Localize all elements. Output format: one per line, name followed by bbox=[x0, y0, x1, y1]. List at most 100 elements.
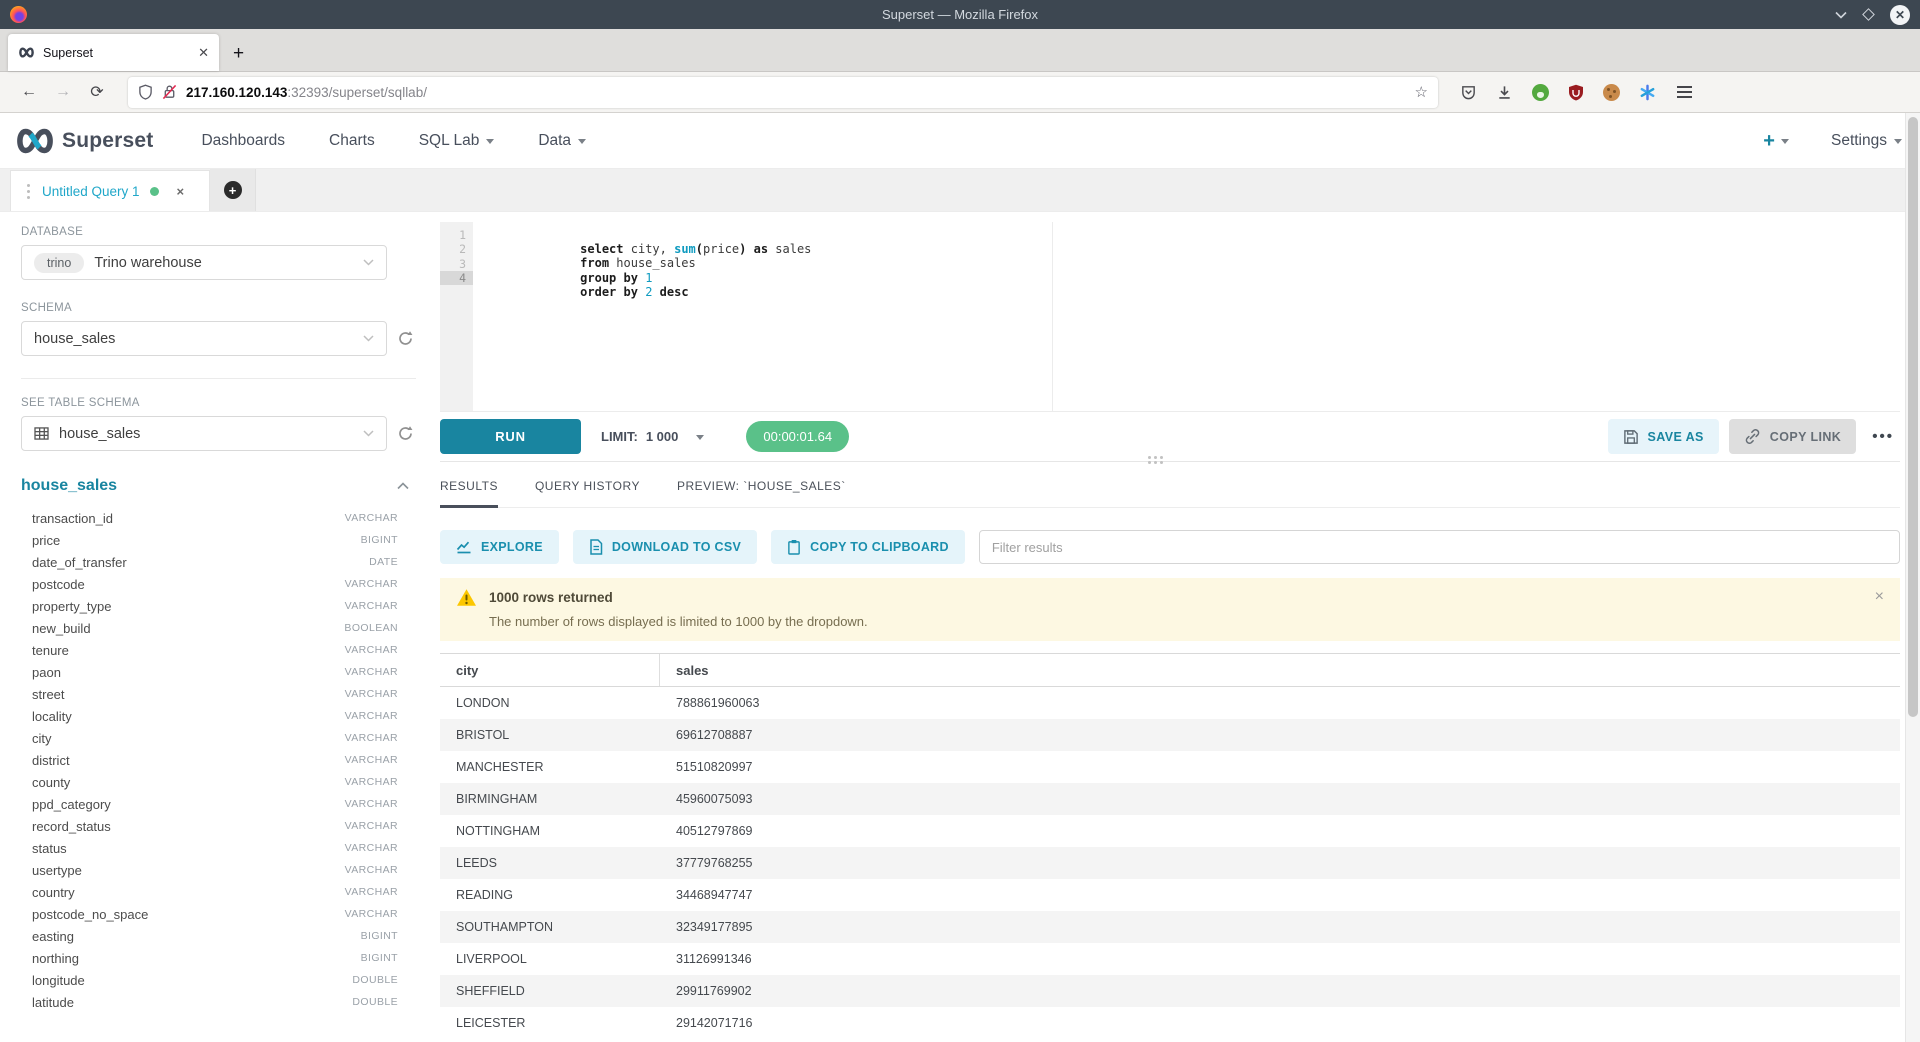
ublock-icon[interactable] bbox=[1568, 84, 1584, 101]
save-as-button[interactable]: SAVE AS bbox=[1608, 419, 1719, 454]
column-row[interactable]: district VARCHAR bbox=[21, 749, 416, 771]
forward-icon[interactable]: → bbox=[46, 83, 80, 101]
column-row[interactable]: longitude DOUBLE bbox=[21, 969, 416, 991]
column-row[interactable]: ppd_category VARCHAR bbox=[21, 793, 416, 815]
column-row[interactable]: property_type VARCHAR bbox=[21, 595, 416, 617]
column-type: BOOLEAN bbox=[344, 622, 416, 634]
column-row[interactable]: tenure VARCHAR bbox=[21, 639, 416, 661]
browser-titlebar: Superset — Mozilla Firefox ✕ bbox=[0, 0, 1920, 29]
table-row[interactable]: LIVERPOOL 31126991346 bbox=[440, 943, 1900, 975]
download-csv-button[interactable]: DOWNLOAD TO CSV bbox=[573, 530, 757, 564]
table-row[interactable]: LEEDS 37779768255 bbox=[440, 847, 1900, 879]
schema-select[interactable]: house_sales bbox=[21, 321, 387, 356]
extension-asterisk-icon[interactable] bbox=[1639, 84, 1656, 101]
column-row[interactable]: latitude DOUBLE bbox=[21, 991, 416, 1013]
table-row[interactable]: BRISTOL 69612708887 bbox=[440, 719, 1900, 751]
query-tab[interactable]: Untitled Query 1 × bbox=[10, 170, 210, 211]
column-type: VARCHAR bbox=[345, 886, 416, 898]
cell-city: LONDON bbox=[440, 696, 660, 710]
browser-tab[interactable]: Superset ✕ bbox=[8, 34, 219, 71]
header-city[interactable]: city bbox=[440, 654, 660, 686]
column-row[interactable]: price BIGINT bbox=[21, 529, 416, 551]
limit-dropdown[interactable]: LIMIT: 1 000 bbox=[601, 429, 704, 444]
nav-dashboards[interactable]: Dashboards bbox=[201, 132, 285, 150]
superset-navbar: Superset Dashboards Charts SQL Lab Data … bbox=[0, 113, 1920, 169]
superset-brand[interactable]: Superset bbox=[14, 128, 153, 154]
elapsed-timer-badge: 00:00:01.64 bbox=[746, 421, 849, 452]
scrollbar-thumb[interactable] bbox=[1908, 117, 1918, 717]
table-row[interactable]: BIRMINGHAM 45960075093 bbox=[440, 783, 1900, 815]
alert-close-icon[interactable]: × bbox=[1875, 588, 1884, 606]
column-row[interactable]: county VARCHAR bbox=[21, 771, 416, 793]
reload-icon[interactable]: ⟳ bbox=[80, 82, 114, 102]
table-row[interactable]: LONDON 788861960063 bbox=[440, 687, 1900, 719]
table-schema-select[interactable]: house_sales bbox=[21, 416, 387, 451]
table-row[interactable]: SOUTHAMPTON 32349177895 bbox=[440, 911, 1900, 943]
column-row[interactable]: transaction_id VARCHAR bbox=[21, 507, 416, 529]
column-row[interactable]: usertype VARCHAR bbox=[21, 859, 416, 881]
insecure-lock-icon[interactable] bbox=[162, 84, 177, 100]
column-type: VARCHAR bbox=[345, 710, 416, 722]
column-row[interactable]: new_build BOOLEAN bbox=[21, 617, 416, 639]
back-icon[interactable]: ← bbox=[12, 83, 46, 101]
table-row[interactable]: SHEFFIELD 29911769902 bbox=[440, 975, 1900, 1007]
cookie-icon[interactable] bbox=[1603, 84, 1620, 101]
shield-icon[interactable] bbox=[138, 84, 153, 100]
url-bar[interactable]: 217.160.120.143:32393/superset/sqllab/ ☆ bbox=[128, 77, 1438, 108]
explore-button[interactable]: EXPLORE bbox=[440, 530, 559, 564]
column-row[interactable]: paon VARCHAR bbox=[21, 661, 416, 683]
column-row[interactable]: city VARCHAR bbox=[21, 727, 416, 749]
column-row[interactable]: locality VARCHAR bbox=[21, 705, 416, 727]
add-new-button[interactable]: + bbox=[1763, 131, 1789, 151]
downloads-icon[interactable] bbox=[1496, 84, 1513, 101]
more-options-icon[interactable]: ••• bbox=[1866, 428, 1900, 445]
refresh-table-schema-icon[interactable] bbox=[396, 424, 415, 443]
pocket-shield-icon[interactable] bbox=[1460, 84, 1477, 101]
run-button[interactable]: RUN bbox=[440, 419, 581, 454]
window-close-icon[interactable]: ✕ bbox=[1890, 5, 1910, 25]
copy-to-clipboard-button[interactable]: COPY TO CLIPBOARD bbox=[771, 530, 965, 564]
browser-tab-close-icon[interactable]: ✕ bbox=[198, 45, 209, 61]
results-tab[interactable]: PREVIEW: `HOUSE_SALES` bbox=[677, 479, 846, 508]
column-row[interactable]: status VARCHAR bbox=[21, 837, 416, 859]
column-row[interactable]: postcode_no_space VARCHAR bbox=[21, 903, 416, 925]
column-type: BIGINT bbox=[361, 534, 416, 546]
drag-handle-icon[interactable] bbox=[27, 190, 30, 193]
column-row[interactable]: street VARCHAR bbox=[21, 683, 416, 705]
new-tab-button[interactable]: + bbox=[219, 43, 258, 71]
nav-sql-lab[interactable]: SQL Lab bbox=[419, 132, 495, 150]
copy-link-button[interactable]: COPY LINK bbox=[1729, 419, 1856, 454]
column-row[interactable]: easting BIGINT bbox=[21, 925, 416, 947]
menu-hamburger-icon[interactable] bbox=[1677, 91, 1692, 93]
page-scrollbar[interactable] bbox=[1905, 113, 1920, 1042]
column-row[interactable]: date_of_transfer DATE bbox=[21, 551, 416, 573]
table-row[interactable]: LEICESTER 29142071716 bbox=[440, 1007, 1900, 1039]
filter-results-input[interactable] bbox=[979, 530, 1900, 564]
header-sales[interactable]: sales bbox=[660, 663, 709, 678]
window-maximize-icon[interactable] bbox=[1862, 8, 1875, 21]
sql-editor[interactable]: 1 select city, sum(price) as sales 2 fro… bbox=[440, 222, 1900, 412]
refresh-schema-icon[interactable] bbox=[396, 329, 415, 348]
collapse-chevron-up-icon[interactable] bbox=[397, 482, 409, 490]
nav-charts[interactable]: Charts bbox=[329, 132, 375, 150]
results-tab[interactable]: RESULTS bbox=[440, 479, 498, 508]
add-query-tab[interactable]: + bbox=[210, 169, 256, 211]
cell-sales: 29911769902 bbox=[660, 984, 752, 998]
screen: Superset — Mozilla Firefox ✕ Superset ✕ … bbox=[0, 0, 1920, 1042]
nav-data[interactable]: Data bbox=[538, 132, 586, 150]
column-row[interactable]: postcode VARCHAR bbox=[21, 573, 416, 595]
column-row[interactable]: country VARCHAR bbox=[21, 881, 416, 903]
window-minimize-icon[interactable] bbox=[1835, 11, 1847, 19]
query-tab-close-icon[interactable]: × bbox=[177, 184, 185, 199]
table-row[interactable]: READING 34468947747 bbox=[440, 879, 1900, 911]
table-row[interactable]: NOTTINGHAM 40512797869 bbox=[440, 815, 1900, 847]
column-row[interactable]: northing BIGINT bbox=[21, 947, 416, 969]
privacy-badger-icon[interactable] bbox=[1532, 84, 1549, 101]
settings-menu[interactable]: Settings bbox=[1831, 132, 1902, 150]
database-select[interactable]: trino Trino warehouse bbox=[21, 245, 387, 280]
table-row[interactable]: MANCHESTER 51510820997 bbox=[440, 751, 1900, 783]
bookmark-star-icon[interactable]: ☆ bbox=[1415, 83, 1428, 101]
column-row[interactable]: record_status VARCHAR bbox=[21, 815, 416, 837]
table-title[interactable]: house_sales bbox=[21, 477, 117, 495]
results-tab[interactable]: QUERY HISTORY bbox=[535, 479, 640, 508]
